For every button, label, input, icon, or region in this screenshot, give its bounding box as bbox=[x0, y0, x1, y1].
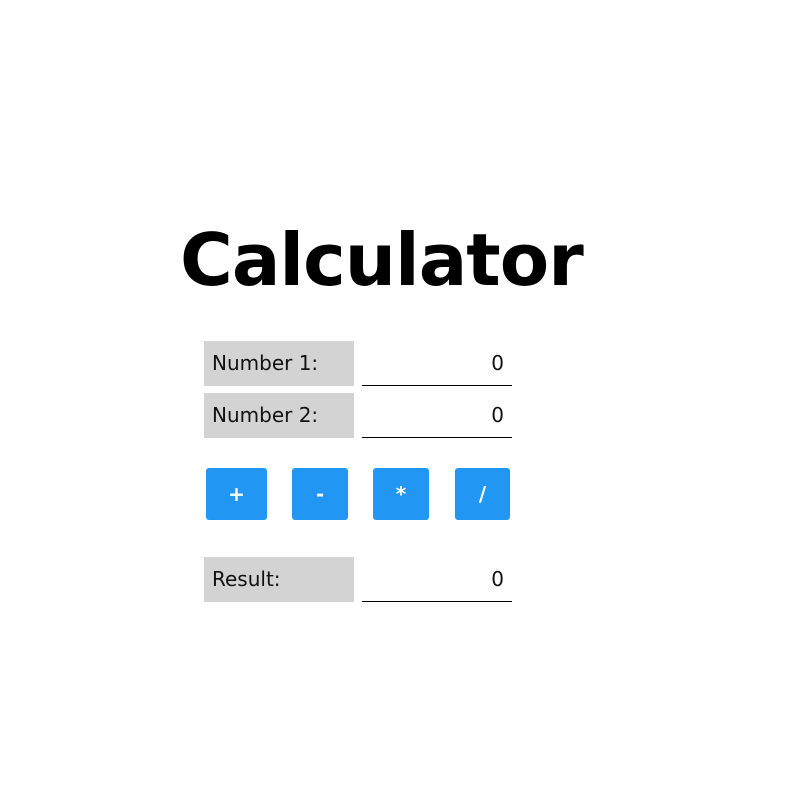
calculator-page: Calculator Number 1: Number 2: + - * / R… bbox=[0, 0, 787, 805]
number2-row: Number 2: bbox=[204, 393, 512, 438]
result-row: Result: bbox=[204, 557, 512, 602]
number1-input[interactable] bbox=[362, 341, 512, 386]
multiply-button[interactable]: * bbox=[373, 468, 429, 520]
divide-button[interactable]: / bbox=[455, 468, 510, 520]
number2-input[interactable] bbox=[362, 393, 512, 438]
number1-label: Number 1: bbox=[204, 341, 354, 386]
number1-row: Number 1: bbox=[204, 341, 512, 386]
add-button[interactable]: + bbox=[206, 468, 267, 520]
number2-label: Number 2: bbox=[204, 393, 354, 438]
result-output bbox=[362, 557, 512, 602]
result-label: Result: bbox=[204, 557, 354, 602]
page-title: Calculator bbox=[180, 218, 584, 302]
subtract-button[interactable]: - bbox=[292, 468, 348, 520]
